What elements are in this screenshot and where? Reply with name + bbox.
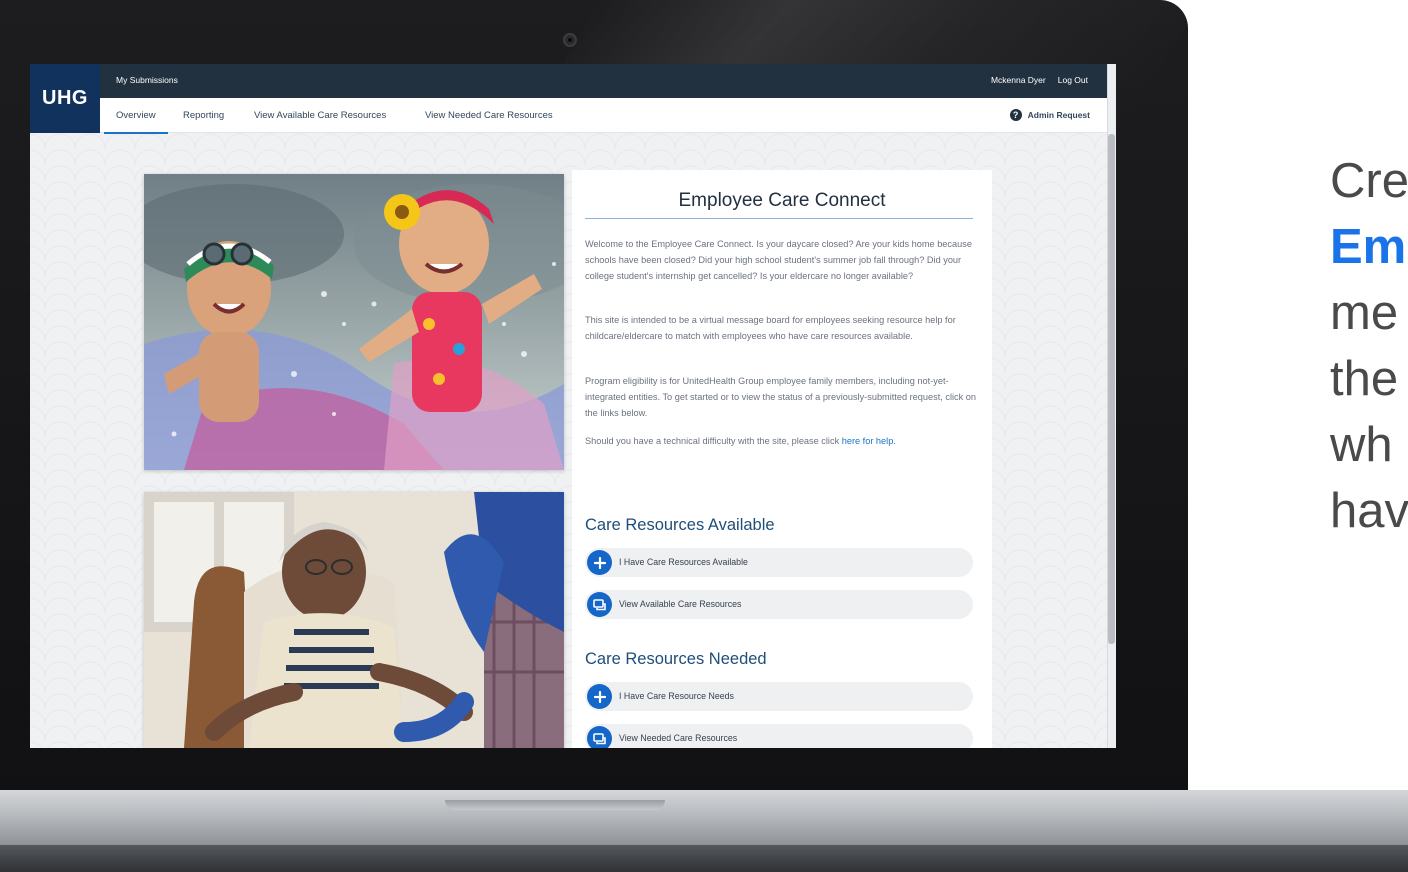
user-area: Mckenna Dyer Log Out xyxy=(991,75,1088,85)
chat-glyph xyxy=(592,598,606,610)
laptop-notch xyxy=(445,800,665,810)
webcam-icon xyxy=(563,33,577,47)
caption-line-3: me xyxy=(1330,286,1399,340)
help-prefix-text: Should you have a technical difficulty w… xyxy=(585,436,842,446)
marketing-slide: My Submissions Mckenna Dyer Log Out UHG … xyxy=(0,0,1408,872)
view-needed-label: View Needed Care Resources xyxy=(619,733,738,743)
view-available-button[interactable]: View Available Care Resources xyxy=(585,590,973,619)
have-resources-button[interactable]: I Have Care Resources Available xyxy=(585,548,973,577)
info-panel: Employee Care Connect Welcome to the Emp… xyxy=(572,170,992,748)
tab-reporting[interactable]: Reporting xyxy=(183,110,224,121)
tab-overview[interactable]: Overview xyxy=(104,110,168,134)
my-submissions-link[interactable]: My Submissions xyxy=(116,75,178,85)
eligibility-paragraph: Program eligibility is for UnitedHealth … xyxy=(585,376,977,418)
caption-line-6: hav xyxy=(1330,484,1408,538)
plus-glyph xyxy=(593,690,606,703)
view-needed-button[interactable]: View Needed Care Resources xyxy=(585,724,973,748)
page-title: Employee Care Connect xyxy=(678,190,886,211)
kids-photo-graphic xyxy=(144,174,564,470)
plus-glyph xyxy=(593,556,606,569)
caption-line-2: Em xyxy=(1330,220,1407,274)
top-bar: My Submissions Mckenna Dyer Log Out xyxy=(30,64,1116,98)
app-screen: My Submissions Mckenna Dyer Log Out UHG … xyxy=(30,64,1116,748)
view-available-label: View Available Care Resources xyxy=(619,599,742,609)
kids-playing-photo xyxy=(144,174,564,470)
slide-caption: Cre Em me the wh hav xyxy=(1330,148,1408,544)
page-scrollbar[interactable] xyxy=(1107,64,1116,748)
help-link[interactable]: here for help. xyxy=(842,436,896,446)
title-divider xyxy=(585,218,973,219)
have-resources-label: I Have Care Resources Available xyxy=(619,557,748,567)
plus-icon xyxy=(587,550,612,575)
user-name[interactable]: Mckenna Dyer xyxy=(991,75,1046,85)
logout-link[interactable]: Log Out xyxy=(1058,75,1088,85)
caption-line-4: the xyxy=(1330,352,1399,406)
main-nav: Overview Reporting View Available Care R… xyxy=(100,98,1116,134)
intro-paragraph: Welcome to the Employee Care Connect. Is… xyxy=(585,239,972,281)
tab-view-available[interactable]: View Available Care Resources xyxy=(254,110,386,121)
have-needs-label: I Have Care Resource Needs xyxy=(619,691,734,701)
caption-line-1: Cre xyxy=(1330,154,1408,208)
chat-bubbles-icon xyxy=(587,726,612,748)
caption-line-5: wh xyxy=(1330,418,1393,472)
needed-section-title: Care Resources Needed xyxy=(585,650,767,668)
tab-view-needed[interactable]: View Needed Care Resources xyxy=(425,110,553,121)
admin-request-label: Admin Request xyxy=(1027,110,1090,120)
plus-icon xyxy=(587,684,612,709)
admin-request-button[interactable]: ? Admin Request xyxy=(1009,109,1090,121)
eldercare-photo-graphic xyxy=(144,492,564,748)
scrollbar-thumb[interactable] xyxy=(1108,134,1115,644)
question-circle-icon: ? xyxy=(1009,109,1022,121)
chat-bubbles-icon xyxy=(587,592,612,617)
help-paragraph: Should you have a technical difficulty w… xyxy=(585,433,977,449)
available-section-title: Care Resources Available xyxy=(585,516,775,534)
eldercare-photo xyxy=(144,492,564,748)
chat-glyph xyxy=(592,732,606,744)
laptop-base-edge xyxy=(0,845,1408,872)
uhg-logo[interactable]: UHG xyxy=(30,64,100,133)
have-needs-button[interactable]: I Have Care Resource Needs xyxy=(585,682,973,711)
purpose-paragraph: This site is intended to be a virtual me… xyxy=(585,315,956,341)
